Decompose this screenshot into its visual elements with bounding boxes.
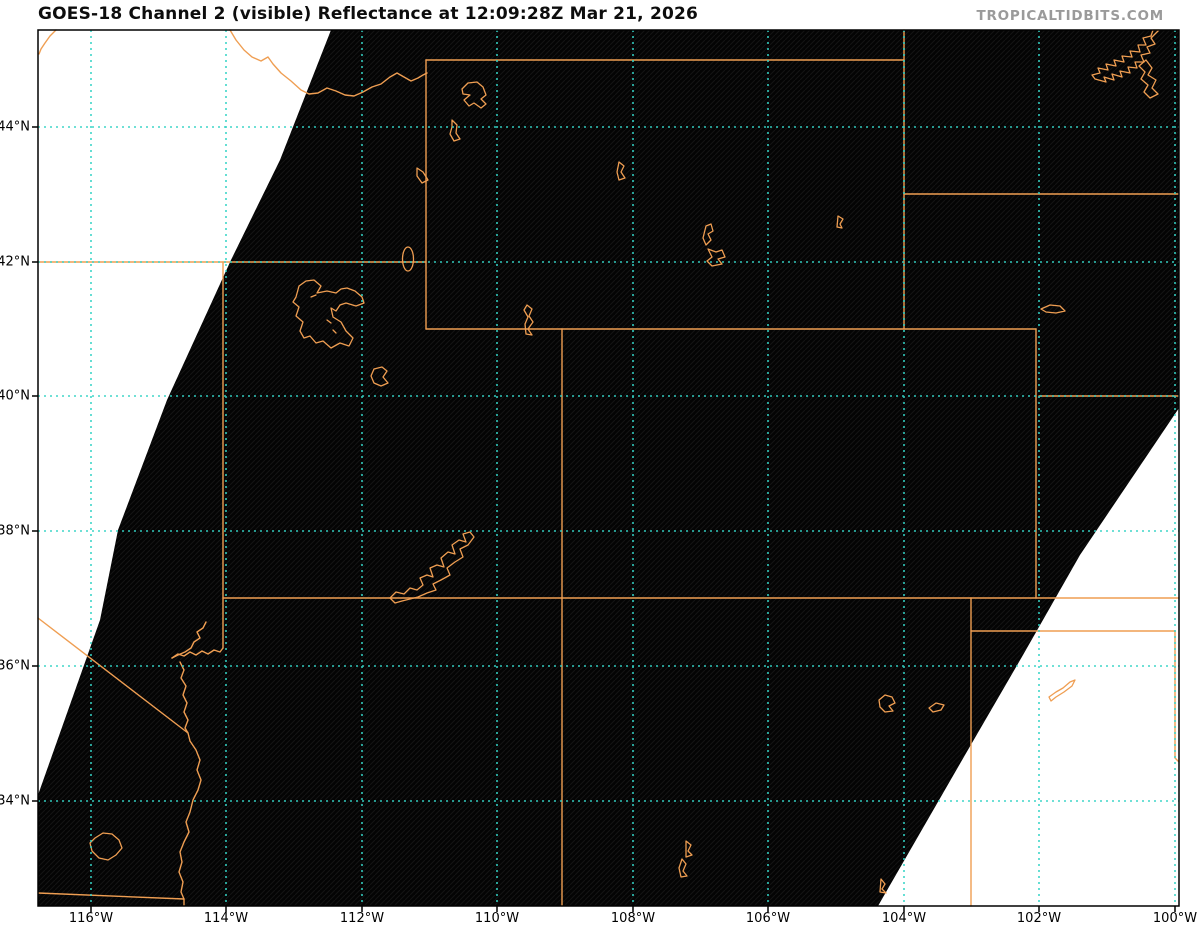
x-tick-label-104w: 104°W xyxy=(881,911,927,926)
y-tick-label-42n: 42°N xyxy=(0,254,30,270)
x-tick-label-106w: 106°W xyxy=(745,911,791,926)
y-tick-label-36n: 36°N xyxy=(0,658,30,674)
x-tick-label-108w: 108°W xyxy=(610,911,656,926)
y-tick-label-44n: 44°N xyxy=(0,119,30,135)
x-tick-label-114w: 114°W xyxy=(203,911,249,926)
y-axis-ticks xyxy=(32,126,38,802)
satellite-image-page: GOES-18 Channel 2 (visible) Reflectance … xyxy=(0,0,1200,929)
satellite-map-canvas xyxy=(32,29,1180,912)
y-tick-label-40n: 40°N xyxy=(0,388,30,404)
x-tick-label-102w: 102°W xyxy=(1016,911,1062,926)
y-tick-label-38n: 38°N xyxy=(0,523,30,539)
x-tick-label-110w: 110°W xyxy=(474,911,520,926)
x-tick-label-112w: 112°W xyxy=(339,911,385,926)
x-tick-label-100w: 100°W xyxy=(1152,911,1198,926)
y-tick-label-34n: 34°N xyxy=(0,793,30,809)
x-tick-label-116w: 116°W xyxy=(68,911,114,926)
